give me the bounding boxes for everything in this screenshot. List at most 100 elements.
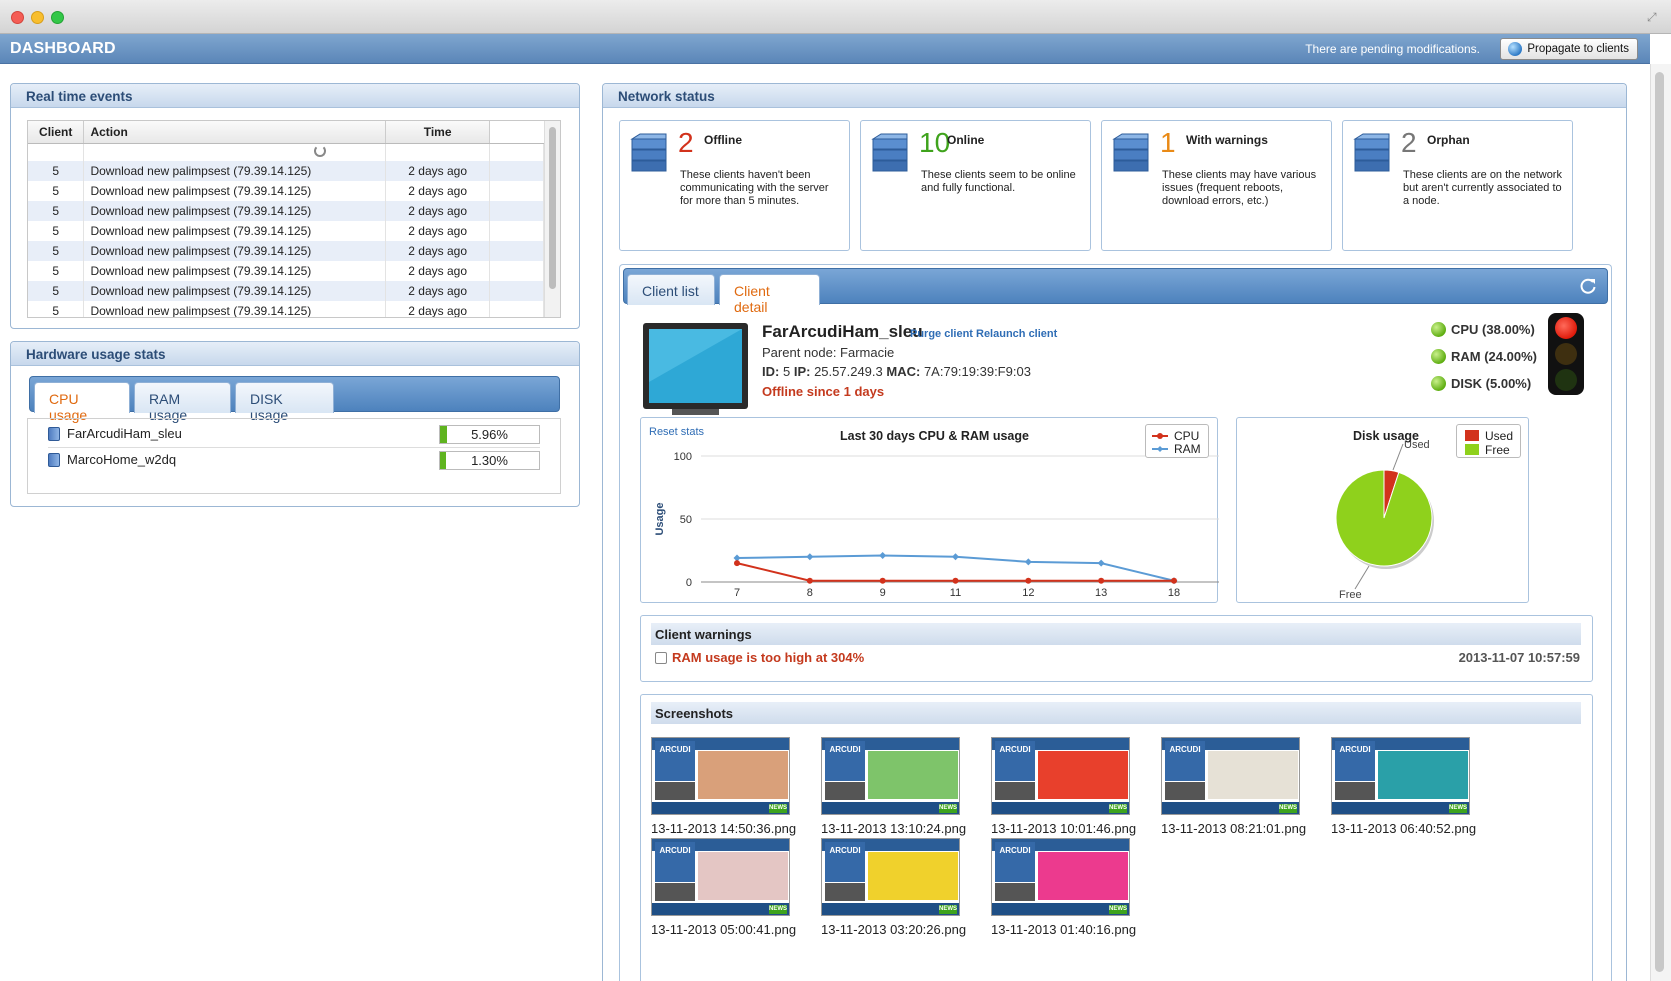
- news-badge: NEWS: [769, 804, 787, 813]
- stat-orphan[interactable]: 2 Orphan These clients are on the networ…: [1342, 120, 1573, 251]
- stat-label: Orphan: [1427, 133, 1470, 147]
- purge-client-link[interactable]: Purge client: [910, 328, 973, 340]
- event-row[interactable]: 5 Download new palimpsest (79.39.14.125) 2…: [28, 281, 544, 301]
- traffic-light-amber: [1555, 343, 1577, 365]
- client-name: MarcoHome_w2dq: [67, 452, 177, 467]
- news-badge: NEWS: [1279, 804, 1297, 813]
- pie-leader-used: [1392, 443, 1404, 471]
- thumb-logo: ARCUDI: [655, 842, 695, 882]
- event-time: 2 days ago: [385, 281, 491, 301]
- stat-online[interactable]: 10 Online These clients seem to be onlin…: [860, 120, 1091, 251]
- line-chart-svg: 0 50 100 7 8 9 11 12 13 18 Usage: [654, 451, 1219, 599]
- screenshot-thumbnail[interactable]: ARCUDI NEWS: [991, 838, 1130, 916]
- ip-label: IP:: [793, 364, 811, 379]
- event-spacer: [489, 261, 544, 281]
- events-scrollbar-thumb[interactable]: [549, 127, 556, 289]
- hardware-row[interactable]: MarcoHome_w2dq 1.30%: [48, 447, 540, 474]
- propagate-label: Propagate to clients: [1527, 43, 1629, 55]
- screenshot-thumbnail[interactable]: ARCUDI NEWS: [1161, 737, 1300, 815]
- screenshot-thumbnail[interactable]: ARCUDI NEWS: [821, 838, 960, 916]
- minimize-window-button[interactable]: [31, 11, 44, 24]
- column-header-action[interactable]: Action: [83, 121, 387, 144]
- thumb-logo: ARCUDI: [1165, 741, 1205, 781]
- usage-value: 5.96%: [471, 427, 508, 442]
- event-row[interactable]: 5 Download new palimpsest (79.39.14.125) 2…: [28, 161, 544, 181]
- event-spacer: [489, 161, 544, 181]
- event-row[interactable]: 5 Download new palimpsest (79.39.14.125) 2…: [28, 201, 544, 221]
- event-action: Download new palimpsest (79.39.14.125): [83, 181, 387, 201]
- warning-checkbox[interactable]: [655, 652, 667, 664]
- thumb-picture: [1038, 751, 1128, 799]
- screenshot-thumbnail[interactable]: ARCUDI NEWS: [1331, 737, 1470, 815]
- event-row[interactable]: 5 Download new palimpsest (79.39.14.125) 2…: [28, 241, 544, 261]
- fullscreen-icon[interactable]: ⤢: [1647, 10, 1661, 24]
- event-action: Download new palimpsest (79.39.14.125): [83, 261, 387, 281]
- tab-disk-usage[interactable]: DISK usage: [235, 382, 334, 423]
- thumb-side-image: [1335, 782, 1375, 800]
- stat-offline[interactable]: 2 Offline These clients haven't been com…: [619, 120, 850, 251]
- event-row[interactable]: 5 Download new palimpsest (79.39.14.125) 2…: [28, 301, 544, 317]
- tab-client-detail[interactable]: Client detail: [719, 274, 820, 315]
- legend-used: Used: [1485, 429, 1514, 443]
- thumb-picture: [868, 751, 958, 799]
- event-time: 2 days ago: [385, 221, 491, 241]
- disk-usage-chart: Disk usage Used Free Used Free: [1236, 417, 1529, 603]
- page-scrollbar-thumb[interactable]: [1655, 72, 1664, 972]
- stat-with-warnings[interactable]: 1 With warnings These clients may have v…: [1101, 120, 1332, 251]
- relaunch-client-link[interactable]: Relaunch client: [976, 328, 1057, 340]
- events-scrollbar[interactable]: [544, 121, 560, 317]
- traffic-light-icon: [1548, 313, 1584, 395]
- event-spacer: [489, 221, 544, 241]
- thumb-logo: ARCUDI: [655, 741, 695, 781]
- event-action: Download new palimpsest (79.39.14.125): [83, 201, 387, 221]
- screenshot-caption: 13-11-2013 03:20:26.png: [821, 922, 967, 937]
- close-window-button[interactable]: [11, 11, 24, 24]
- stat-count: 1: [1160, 127, 1176, 158]
- x-tick-label: 13: [1095, 587, 1107, 599]
- x-tick-label: 7: [734, 587, 740, 599]
- screenshot-thumbnail[interactable]: ARCUDI NEWS: [651, 838, 790, 916]
- screenshot-thumbnail[interactable]: ARCUDI NEWS: [991, 737, 1130, 815]
- globe-icon: [1508, 42, 1523, 56]
- event-client: 5: [28, 221, 85, 241]
- stat-label: Offline: [704, 133, 742, 147]
- tab-cpu-usage[interactable]: CPU usage: [34, 382, 130, 423]
- tab-ram-usage[interactable]: RAM usage: [134, 382, 231, 423]
- event-action: Download new palimpsest (79.39.14.125): [83, 221, 387, 241]
- usage-bar-fill: [440, 426, 447, 443]
- page-scrollbar[interactable]: [1650, 64, 1671, 981]
- usage-bar-fill: [440, 452, 446, 469]
- event-row[interactable]: 5 Download new palimpsest (79.39.14.125) 2…: [28, 181, 544, 201]
- news-badge: NEWS: [1449, 804, 1467, 813]
- screenshot-thumbnail[interactable]: ARCUDI NEWS: [651, 737, 790, 815]
- stat-description: These clients may have various issues (f…: [1162, 169, 1317, 207]
- event-action: Download new palimpsest (79.39.14.125): [83, 241, 387, 261]
- data-point-cpu: [952, 577, 959, 584]
- stat-description: These clients haven't been communicating…: [680, 169, 829, 207]
- news-badge: NEWS: [1109, 905, 1127, 914]
- column-header-time[interactable]: Time: [385, 121, 491, 144]
- screenshot-thumbnail[interactable]: ARCUDI NEWS: [821, 737, 960, 815]
- window-titlebar: ⤢: [0, 0, 1671, 34]
- refresh-icon[interactable]: [1579, 277, 1597, 295]
- event-time: 2 days ago: [385, 161, 491, 181]
- tab-client-list[interactable]: Client list: [627, 274, 715, 305]
- zoom-window-button[interactable]: [51, 11, 64, 24]
- legend-cpu: CPU: [1174, 429, 1200, 443]
- stat-description: These clients are on the network but are…: [1403, 169, 1562, 207]
- data-point-ram: [1024, 558, 1032, 566]
- realtime-events-title: Real time events: [11, 84, 579, 108]
- events-table-container: Client Action Time 5 Download new palimps…: [27, 120, 561, 318]
- mac-label: MAC:: [886, 364, 921, 379]
- usage-value: 1.30%: [471, 453, 508, 468]
- network-status-panel: Network status 2 Offline These clients h…: [602, 83, 1627, 981]
- column-header-client[interactable]: Client: [28, 121, 85, 144]
- hardware-row[interactable]: FarArcudiHam_sleu 5.96%: [48, 421, 540, 448]
- id-label: ID:: [762, 364, 780, 379]
- event-row[interactable]: 5 Download new palimpsest (79.39.14.125) 2…: [28, 261, 544, 281]
- propagate-to-clients-button[interactable]: Propagate to clients: [1500, 38, 1638, 60]
- x-tick-label: 12: [1022, 587, 1034, 599]
- event-row[interactable]: 5 Download new palimpsest (79.39.14.125) 2…: [28, 221, 544, 241]
- server-icon: [48, 427, 60, 441]
- event-spacer: [489, 301, 544, 317]
